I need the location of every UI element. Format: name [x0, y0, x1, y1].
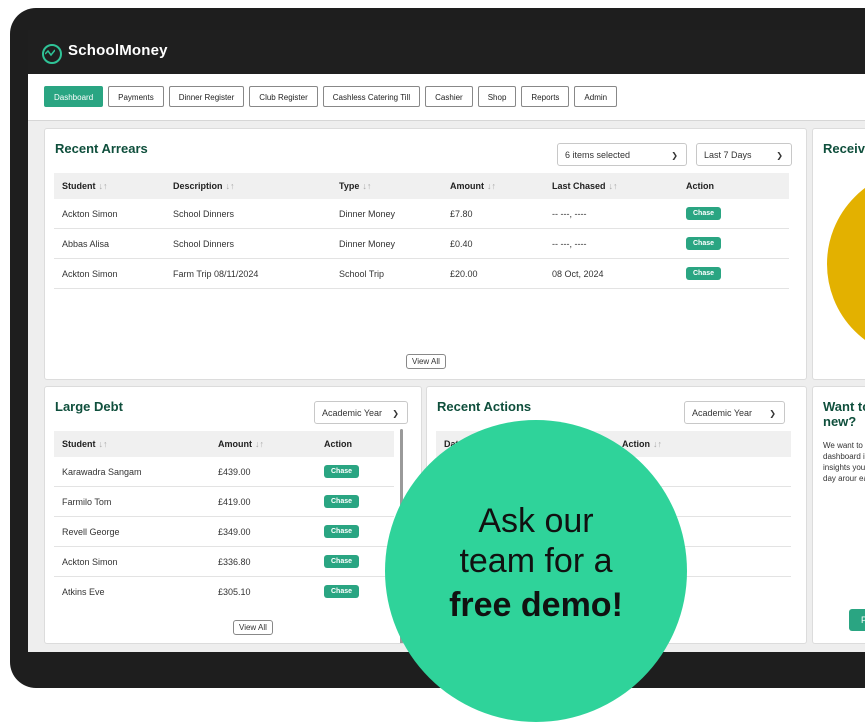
chevron-down-icon: ❯: [671, 151, 678, 160]
column-header-action[interactable]: Action ↓↑: [614, 431, 791, 457]
large-debt-period-filter[interactable]: Academic Year ❯: [314, 401, 408, 424]
chevron-down-icon: ❯: [392, 409, 399, 418]
table-row: Ackton Simon School Dinners Dinner Money…: [54, 199, 789, 229]
chase-button[interactable]: Chase: [324, 495, 360, 508]
recent-arrears-card: Recent Arrears 6 items selected ❯ Last 7…: [44, 128, 807, 380]
column-header-amount[interactable]: Amount ↓↑: [210, 431, 316, 457]
sort-icon: ↓↑: [255, 439, 264, 449]
received-card: Received: [812, 128, 865, 380]
promo-description: We want to dashboard i insights you to d…: [823, 441, 865, 483]
chevron-down-icon: ❯: [776, 151, 783, 160]
column-header-student[interactable]: Student ↓↑: [54, 431, 210, 457]
free-demo-badge[interactable]: Ask our team for a free demo!: [385, 420, 687, 722]
arrears-view-all-button[interactable]: View All: [406, 354, 446, 369]
table-row: Ackton Simon Farm Trip 08/11/2024 School…: [54, 258, 789, 289]
chase-button[interactable]: Chase: [324, 585, 360, 598]
tab-club-register[interactable]: Club Register: [249, 86, 318, 107]
sort-icon: ↓↑: [98, 181, 108, 191]
tab-cashier[interactable]: Cashier: [425, 86, 473, 107]
promo-title: Want tonew?: [823, 399, 865, 429]
sort-icon: ↓↑: [98, 439, 108, 449]
sort-icon: ↓↑: [225, 181, 235, 191]
recent-arrears-title: Recent Arrears: [55, 141, 148, 156]
column-header-type[interactable]: Type ↓↑: [331, 173, 442, 199]
chase-button[interactable]: Chase: [324, 465, 360, 478]
tab-payments[interactable]: Payments: [108, 86, 164, 107]
schoolmoney-logo-icon: [42, 44, 62, 64]
tab-dinner-register[interactable]: Dinner Register: [168, 86, 245, 107]
sort-icon: ↓↑: [487, 181, 496, 191]
large-debt-table: Student ↓↑ Amount ↓↑ Action Karawadra Sang…: [54, 431, 394, 606]
tab-cashless-catering-till[interactable]: Cashless Catering Till: [322, 86, 421, 107]
chase-button[interactable]: Chase: [686, 237, 722, 250]
column-header-student[interactable]: Student ↓↑: [54, 173, 165, 199]
tab-reports[interactable]: Reports: [521, 86, 570, 107]
table-row: Ackton Simon £336.80 Chase: [54, 546, 394, 577]
tab-dashboard[interactable]: Dashboard: [44, 86, 104, 107]
app-header: SchoolMoney: [28, 30, 865, 75]
chase-button[interactable]: Chase: [686, 207, 722, 220]
table-row: Karawadra Sangam £439.00 Chase: [54, 457, 394, 487]
app-name: SchoolMoney: [68, 42, 168, 59]
sort-icon: ↓↑: [608, 181, 618, 191]
table-row: Revell George £349.00 Chase: [54, 516, 394, 547]
large-debt-title: Large Debt: [55, 399, 123, 414]
sort-icon: ↓↑: [362, 181, 372, 191]
recent-arrears-table: Student ↓↑ Description ↓↑ Type ↓↑ Amount ↓↑ …: [54, 173, 789, 289]
recent-actions-period-filter[interactable]: Academic Year ❯: [684, 401, 785, 424]
chase-button[interactable]: Chase: [324, 555, 360, 568]
arrears-period-filter[interactable]: Last 7 Days ❯: [696, 143, 792, 166]
arrears-items-filter[interactable]: 6 items selected ❯: [557, 143, 687, 166]
large-debt-card: Large Debt Academic Year ❯ Student ↓↑ Amo…: [44, 386, 422, 644]
promo-button[interactable]: Pro: [849, 609, 865, 631]
recent-actions-title: Recent Actions: [437, 399, 532, 414]
feedback-promo-card: Want tonew? We want to dashboard i insig…: [812, 386, 865, 644]
tab-admin[interactable]: Admin: [574, 86, 618, 107]
chase-button[interactable]: Chase: [324, 525, 360, 538]
column-header-amount[interactable]: Amount ↓↑: [442, 173, 544, 199]
large-debt-view-all-button[interactable]: View All: [233, 620, 273, 635]
main-nav: Dashboard Payments Dinner Register Club …: [28, 74, 865, 121]
table-row: Farmilo Tom £419.00 Chase: [54, 486, 394, 517]
column-header-description[interactable]: Description ↓↑: [165, 173, 331, 199]
chevron-down-icon: ❯: [769, 409, 776, 418]
received-donut-chart: [827, 169, 865, 359]
table-row: Abbas Alisa School Dinners Dinner Money …: [54, 228, 789, 259]
column-header-action: Action: [316, 431, 394, 457]
column-header-action: Action: [678, 173, 789, 199]
tab-shop[interactable]: Shop: [477, 86, 517, 107]
received-title: Received: [823, 141, 865, 156]
column-header-last-chased[interactable]: Last Chased ↓↑: [544, 173, 678, 199]
sort-icon: ↓↑: [653, 439, 662, 449]
table-row: Atkins Eve £305.10 Chase: [54, 577, 394, 607]
chase-button[interactable]: Chase: [686, 267, 722, 280]
